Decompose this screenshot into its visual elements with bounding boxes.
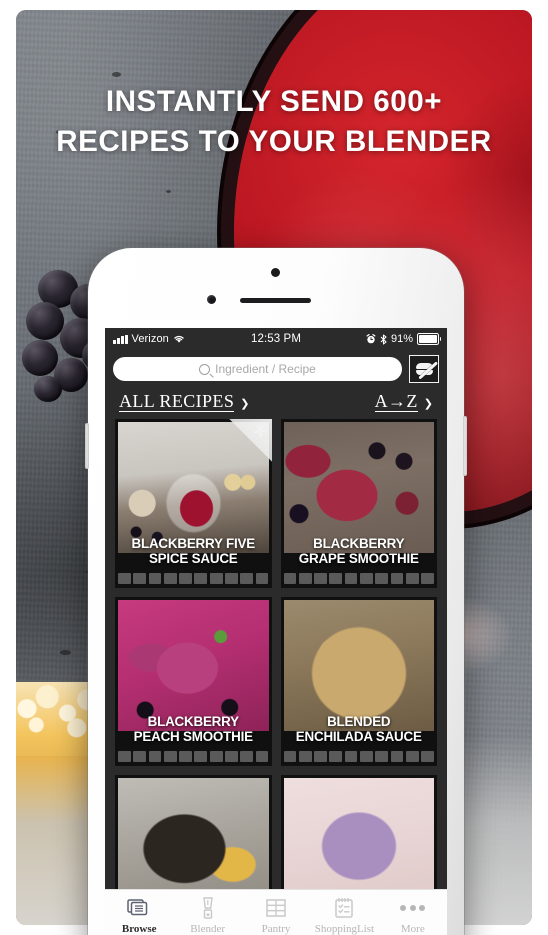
search-row: Ingredient / Recipe xyxy=(105,350,447,389)
shelf-grid-icon xyxy=(265,896,287,920)
chevron-down-icon: ❯ xyxy=(423,398,433,410)
phone-screen: Verizon 12:53 PM 91% Ingredient / Recipe… xyxy=(105,328,447,935)
tab-browse-label: Browse xyxy=(121,923,157,935)
recipe-photo xyxy=(118,600,269,731)
tab-more-label: More xyxy=(400,923,425,935)
recipe-photo xyxy=(283,422,434,553)
stacked-cards-icon xyxy=(127,896,151,920)
proximity-sensor-icon xyxy=(207,295,216,304)
power-button xyxy=(463,416,467,476)
search-icon xyxy=(199,363,211,375)
status-bar: Verizon 12:53 PM 91% xyxy=(105,328,447,350)
clipboard-checklist-icon xyxy=(334,896,354,920)
film-perforation xyxy=(283,751,435,762)
volume-button xyxy=(85,423,89,469)
headline-line-1: INSTANTLY SEND 600+ xyxy=(105,85,443,118)
film-perforation xyxy=(283,573,435,584)
allergen-filter-button[interactable] xyxy=(409,355,439,383)
category-filter-label: ALL RECIPES xyxy=(119,391,235,412)
tab-pantry-label: Pantry xyxy=(261,923,291,935)
battery-percent-label: 91% xyxy=(390,333,413,345)
alarm-clock-icon xyxy=(366,334,376,344)
chevron-down-icon: ❯ xyxy=(240,398,250,410)
no-bun-filter-icon xyxy=(415,361,438,380)
recipe-card[interactable]: BLENDED ENCHILADA SAUCE xyxy=(280,597,437,766)
search-placeholder: Ingredient / Recipe xyxy=(215,362,316,376)
tab-bar: Browse Blender Pantry ShoppingList More xyxy=(105,889,447,935)
bluetooth-icon xyxy=(380,333,387,345)
recipe-title: BLENDED ENCHILADA SAUCE xyxy=(295,714,422,744)
tab-browse[interactable]: Browse xyxy=(105,896,173,935)
recipe-grid: BLACKBERRY FIVE SPICE SAUCE BLACKBERRY G… xyxy=(105,419,447,935)
recipe-card[interactable]: BLACKBERRY FIVE SPICE SAUCE xyxy=(115,419,272,588)
filter-bar: ALL RECIPES ❯ A→Z ❯ xyxy=(105,389,447,419)
search-input[interactable]: Ingredient / Recipe xyxy=(113,357,402,381)
ellipsis-icon xyxy=(400,896,426,920)
recipe-title: BLACKBERRY PEACH SMOOTHIE xyxy=(133,714,253,744)
earpiece-speaker xyxy=(240,298,311,303)
category-filter[interactable]: ALL RECIPES ❯ xyxy=(119,392,249,412)
front-camera-icon xyxy=(271,268,280,277)
tab-blender-label: Blender xyxy=(190,923,226,935)
recipe-card[interactable]: BLACKBERRY PEACH SMOOTHIE xyxy=(115,597,272,766)
tab-shopping-list-label: ShoppingList xyxy=(314,923,375,935)
headline: INSTANTLY SEND 600+ RECIPES TO YOUR BLEN… xyxy=(0,82,548,162)
blender-blade-icon xyxy=(252,424,267,438)
tab-shopping-list[interactable]: ShoppingList xyxy=(310,896,378,935)
tab-pantry[interactable]: Pantry xyxy=(242,896,310,935)
sort-filter[interactable]: A→Z ❯ xyxy=(374,391,433,412)
film-perforation xyxy=(118,573,269,584)
recipe-title: BLACKBERRY GRAPE SMOOTHIE xyxy=(298,536,419,566)
promo-screenshot: INSTANTLY SEND 600+ RECIPES TO YOUR BLEN… xyxy=(0,0,548,935)
recipe-title: BLACKBERRY FIVE SPICE SAUCE xyxy=(131,536,256,566)
recipe-card[interactable]: BLACKBERRY GRAPE SMOOTHIE xyxy=(280,419,437,588)
battery-icon xyxy=(417,333,442,345)
film-perforation xyxy=(118,751,269,762)
blender-appliance-icon xyxy=(200,896,216,920)
iphone-mockup: Verizon 12:53 PM 91% Ingredient / Recipe… xyxy=(85,248,467,935)
tab-blender[interactable]: Blender xyxy=(173,896,241,935)
blender-blade-badge xyxy=(227,419,272,463)
sort-filter-label: A→Z xyxy=(374,391,418,412)
tab-more[interactable]: More xyxy=(379,896,447,935)
headline-line-2: RECIPES TO YOUR BLENDER xyxy=(56,125,492,158)
recipe-photo xyxy=(283,600,434,731)
